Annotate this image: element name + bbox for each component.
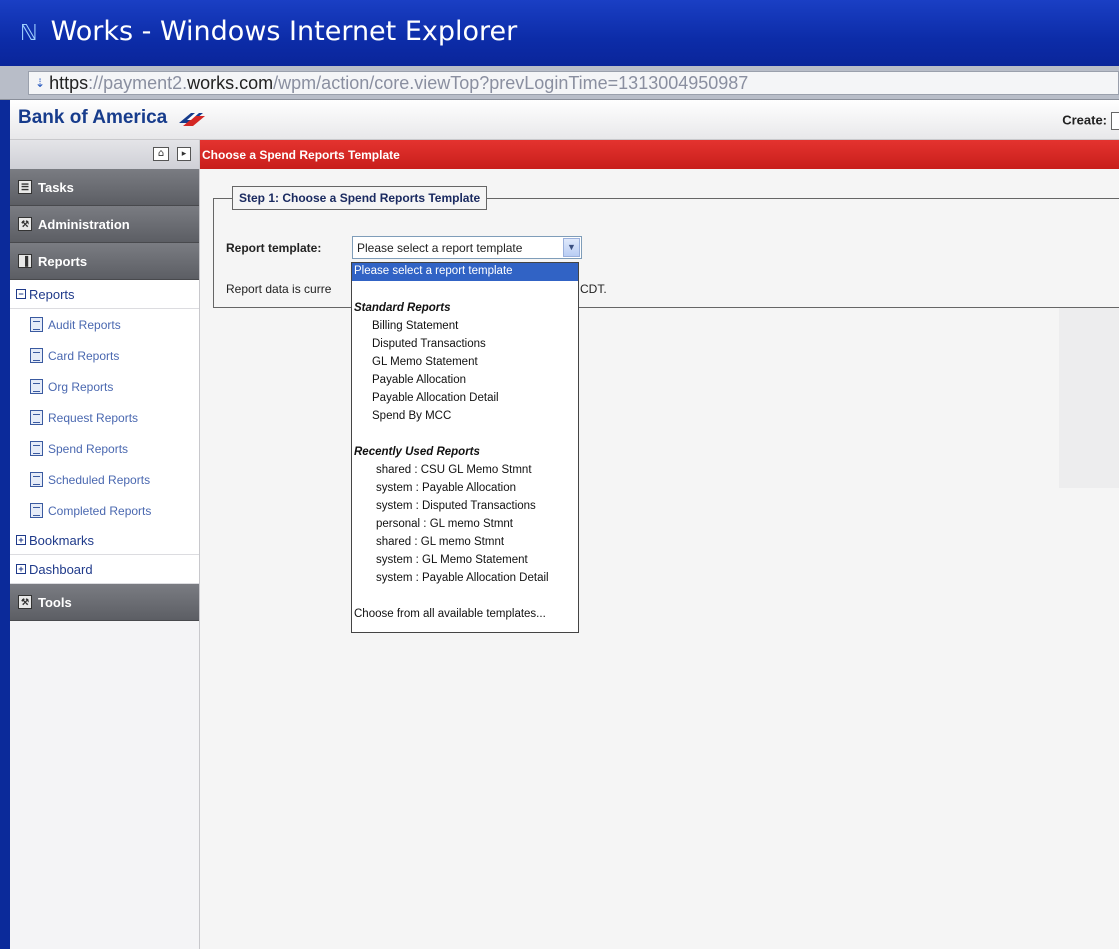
address-url: https://payment2.works.com/wpm/action/co… xyxy=(49,72,749,93)
dropdown-option[interactable]: shared : CSU GL Memo Stmnt xyxy=(352,461,578,479)
tasks-icon: ☰ xyxy=(18,180,32,194)
administration-icon: ⚒ xyxy=(18,217,32,231)
dropdown-option[interactable]: Payable Allocation xyxy=(352,371,578,389)
step-legend: Step 1: Choose a Spend Reports Template xyxy=(232,186,488,210)
app-content: Bank of America Create: ⌂ ▸ ☰ Tasks ⚒ Ad… xyxy=(10,100,1119,949)
dropdown-option[interactable]: Billing Statement xyxy=(352,317,578,335)
report-template-select[interactable]: Please select a report template ▼ xyxy=(352,236,582,259)
flag-logo-icon xyxy=(178,112,205,126)
ie-icon: ℕ xyxy=(20,21,38,46)
tree-reports[interactable]: − Reports xyxy=(10,280,199,309)
dropdown-option[interactable]: system : Disputed Transactions xyxy=(352,497,578,515)
dropdown-option[interactable]: system : Payable Allocation Detail xyxy=(352,569,578,587)
report-doc-icon xyxy=(30,441,43,456)
dropdown-option[interactable]: Payable Allocation Detail xyxy=(352,389,578,407)
dropdown-option[interactable]: personal : GL memo Stmnt xyxy=(352,515,578,533)
reports-icon: ▐ xyxy=(18,254,32,268)
dropdown-group-recent: Recently Used Reports xyxy=(354,446,480,458)
dropdown-option-selected[interactable]: Please select a report template xyxy=(352,263,578,281)
expand-icon[interactable]: + xyxy=(16,564,26,574)
nav-group-administration[interactable]: ⚒ Administration xyxy=(10,206,199,243)
panel-header: Choose a Spend Reports Template xyxy=(200,140,1119,169)
nav-group-tasks[interactable]: ☰ Tasks xyxy=(10,169,199,206)
tree-dashboard[interactable]: + Dashboard xyxy=(10,555,199,584)
right-panel-shadow xyxy=(1059,308,1119,488)
report-doc-icon xyxy=(30,503,43,518)
dropdown-option[interactable]: GL Memo Statement xyxy=(352,353,578,371)
page-icon: ⇣ xyxy=(35,76,46,90)
tree-bookmarks[interactable]: + Bookmarks xyxy=(10,526,199,555)
dropdown-option[interactable]: system : GL Memo Statement xyxy=(352,551,578,569)
window-title: Works - Windows Internet Explorer xyxy=(50,16,518,47)
window-title-bar: ℕ Works - Windows Internet Explorer xyxy=(0,0,1119,66)
address-bar[interactable]: ⇣ https://payment2.works.com/wpm/action/… xyxy=(0,66,1119,100)
brand-bar: Bank of America Create: xyxy=(10,100,1119,140)
bank-of-america-logo[interactable]: Bank of America xyxy=(18,107,207,129)
step-1-fieldset: Step 1: Choose a Spend Reports Template … xyxy=(213,186,1119,308)
report-doc-icon xyxy=(30,410,43,425)
report-doc-icon xyxy=(30,317,43,332)
tree-item-scheduled-reports[interactable]: Scheduled Reports xyxy=(10,464,199,495)
tree-item-audit-reports[interactable]: Audit Reports xyxy=(10,309,199,340)
tree-item-org-reports[interactable]: Org Reports xyxy=(10,371,199,402)
tree-item-completed-reports[interactable]: Completed Reports xyxy=(10,495,199,526)
reports-list: Audit Reports Card Reports Org Reports R… xyxy=(10,309,199,526)
report-doc-icon xyxy=(30,472,43,487)
tree-item-request-reports[interactable]: Request Reports xyxy=(10,402,199,433)
dropdown-option[interactable]: Spend By MCC xyxy=(352,407,578,425)
chevron-down-icon[interactable]: ▼ xyxy=(563,238,580,257)
report-data-timezone: CDT. xyxy=(580,282,607,296)
home-icon[interactable]: ⌂ xyxy=(153,147,169,161)
sidebar-toolbar: ⌂ ▸ xyxy=(10,140,199,169)
sidebar: ⌂ ▸ ☰ Tasks ⚒ Administration ▐ Reports −… xyxy=(10,140,200,949)
report-template-label: Report template: xyxy=(226,241,322,255)
report-template-dropdown[interactable]: Please select a report template Standard… xyxy=(351,262,579,633)
collapse-sidebar-icon[interactable]: ▸ xyxy=(177,147,191,161)
nav-group-tools[interactable]: ⚒ Tools xyxy=(10,584,199,621)
report-data-text: Report data is curre xyxy=(226,282,332,296)
expand-icon[interactable]: + xyxy=(16,535,26,545)
dropdown-option[interactable]: Disputed Transactions xyxy=(352,335,578,353)
dropdown-option[interactable]: system : Payable Allocation xyxy=(352,479,578,497)
tree-item-card-reports[interactable]: Card Reports xyxy=(10,340,199,371)
dropdown-option[interactable]: shared : GL memo Stmnt xyxy=(352,533,578,551)
report-doc-icon xyxy=(30,348,43,363)
dropdown-group-standard: Standard Reports xyxy=(354,302,451,314)
dropdown-option-choose-all[interactable]: Choose from all available templates... xyxy=(352,605,578,623)
report-doc-icon xyxy=(30,379,43,394)
nav-group-reports[interactable]: ▐ Reports xyxy=(10,243,199,280)
address-field[interactable]: ⇣ https://payment2.works.com/wpm/action/… xyxy=(28,71,1119,95)
collapse-icon[interactable]: − xyxy=(16,289,26,299)
tree-item-spend-reports[interactable]: Spend Reports xyxy=(10,433,199,464)
create-menu[interactable]: Create: xyxy=(1062,112,1119,130)
create-select[interactable] xyxy=(1111,112,1119,130)
main-panel: Choose a Spend Reports Template Step 1: … xyxy=(200,140,1119,949)
tools-icon: ⚒ xyxy=(18,595,32,609)
